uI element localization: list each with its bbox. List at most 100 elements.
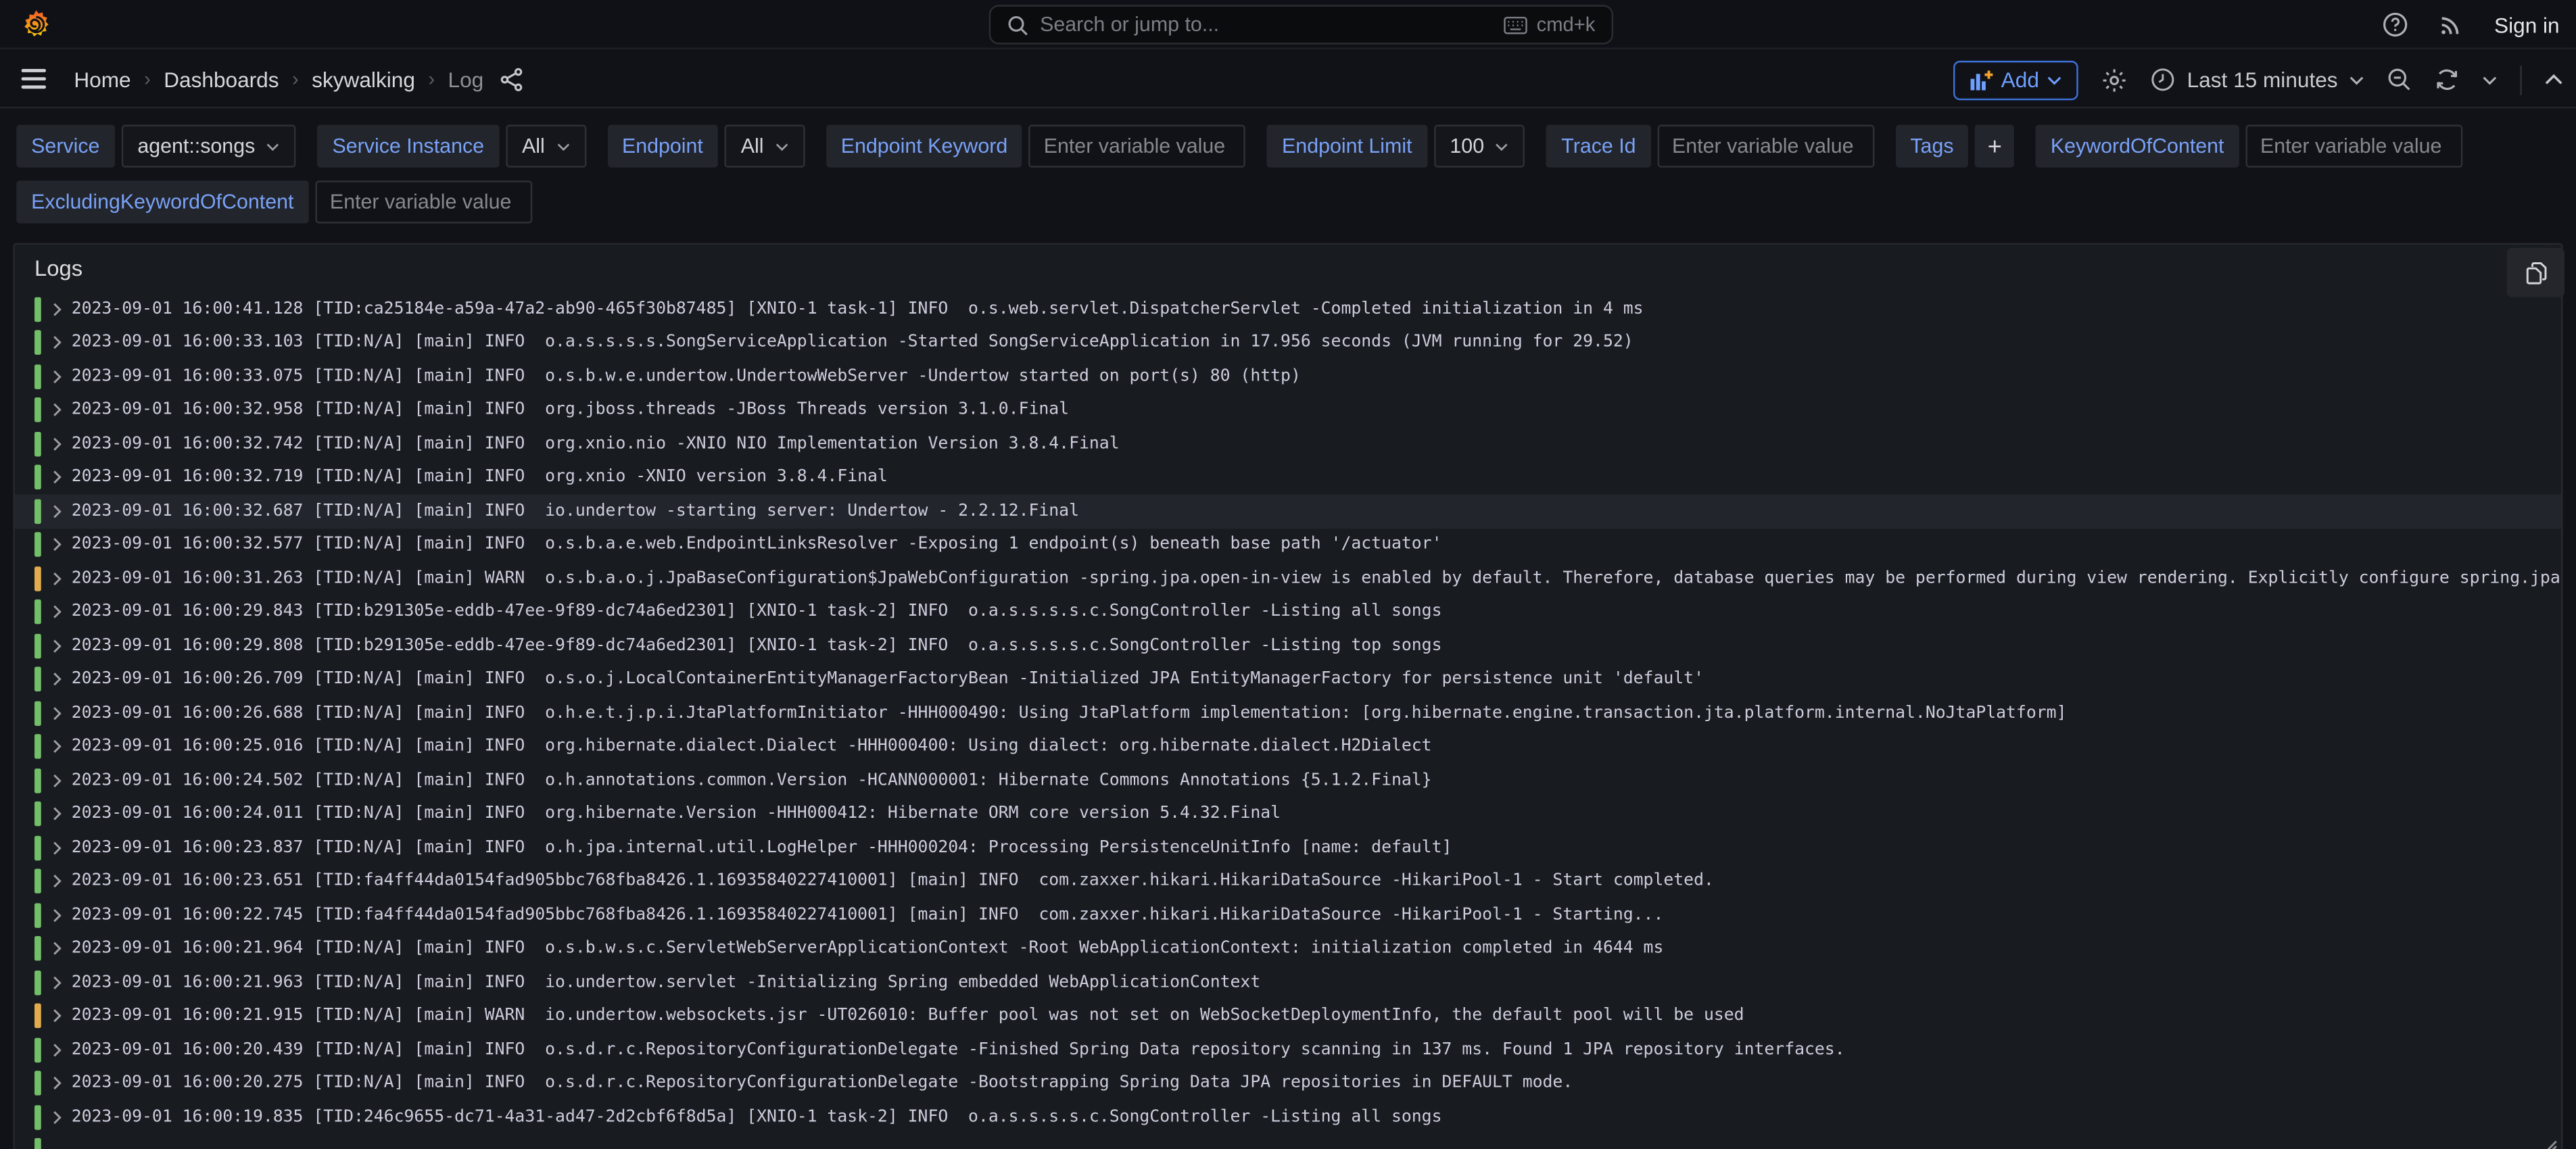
log-expand-chevron-icon[interactable] [52,1042,62,1057]
variable-value: All [741,135,764,157]
log-row[interactable]: 2023-09-01 16:00:32.577 [TID:N/A] [main]… [15,528,2561,562]
log-text: 2023-09-01 16:00:22.745 [TID:fa4ff44da01… [72,906,2561,925]
log-row[interactable]: 2023-09-01 16:00:26.688 [TID:N/A] [main]… [15,696,2561,730]
gear-icon[interactable] [2101,66,2128,93]
variable-select[interactable]: All [506,125,586,168]
log-row[interactable]: 2023-09-01 16:00:33.075 [TID:N/A] [main]… [15,360,2561,393]
log-row[interactable]: 2023-09-01 16:00:22.745 [TID:fa4ff44da01… [15,898,2561,932]
variable-group: Service Instance All [318,125,586,168]
log-row[interactable]: 2023-09-01 16:00:24.011 [TID:N/A] [main]… [15,798,2561,831]
log-row[interactable]: 2023-09-01 16:00:20.275 [TID:N/A] [main]… [15,1067,2561,1100]
log-row[interactable]: 2023-09-01 16:00:33.103 [TID:N/A] [main]… [15,326,2561,360]
log-row[interactable]: 2023-09-01 16:00:31.263 [TID:N/A] [main]… [15,562,2561,595]
log-level-bar [34,297,41,321]
log-expand-chevron-icon[interactable] [52,908,62,923]
variable-select[interactable]: agent::songs [121,125,296,168]
log-expand-chevron-icon[interactable] [52,807,62,822]
log-text: 2023-09-01 16:00:19.835 [TID:246c9655-dc… [72,1108,2561,1127]
log-row[interactable] [15,1134,2561,1149]
grafana-app: Search or jump to... cmd+k Sign in [0,0,2576,1149]
log-expand-chevron-icon[interactable] [52,639,62,654]
log-level-bar [34,903,41,927]
log-expand-chevron-icon[interactable] [52,1009,62,1024]
log-expand-chevron-icon[interactable] [52,437,62,451]
refresh-icon[interactable] [2435,68,2459,92]
add-button[interactable]: Add [1953,60,2078,99]
variable-group: KeywordOfContent [2036,125,2462,168]
log-row[interactable]: 2023-09-01 16:00:23.837 [TID:N/A] [main]… [15,831,2561,864]
breadcrumb-item-home[interactable]: Home [74,66,130,91]
breadcrumb-item-dashboards[interactable]: Dashboards [164,66,279,91]
log-expand-chevron-icon[interactable] [52,403,62,418]
clock-icon [2151,68,2175,92]
log-row[interactable]: 2023-09-01 16:00:41.128 [TID:ca25184e-a5… [15,293,2561,326]
log-expand-chevron-icon[interactable] [52,301,62,316]
variable-input[interactable] [2245,125,2462,168]
variable-input[interactable] [1657,125,1874,168]
log-row[interactable]: 2023-09-01 16:00:32.719 [TID:N/A] [main]… [15,461,2561,495]
variable-value: agent::songs [137,135,255,157]
log-expand-chevron-icon[interactable] [52,840,62,855]
log-expand-chevron-icon[interactable] [52,874,62,889]
variable-input[interactable] [1029,125,1246,168]
log-row[interactable]: 2023-09-01 16:00:21.963 [TID:N/A] [main]… [15,966,2561,1000]
chevron-up-icon[interactable] [2545,74,2563,85]
log-expand-chevron-icon[interactable] [52,470,62,485]
log-row[interactable]: 2023-09-01 16:00:29.843 [TID:b291305e-ed… [15,595,2561,629]
breadcrumb-item-log[interactable]: Log [448,66,484,91]
search-input[interactable]: Search or jump to... cmd+k [989,5,1613,44]
log-expand-chevron-icon[interactable] [52,1076,62,1091]
sign-in-button[interactable]: Sign in [2494,12,2560,36]
log-level-bar [34,1105,41,1129]
variable-label-endpoint-keyword: Endpoint Keyword [826,125,1022,168]
variable-select[interactable]: 100 [1433,125,1525,168]
log-expand-chevron-icon[interactable] [52,706,62,720]
log-expand-chevron-icon[interactable] [52,335,62,350]
log-row[interactable]: 2023-09-01 16:00:23.651 [TID:fa4ff44da01… [15,864,2561,898]
log-expand-chevron-icon[interactable] [52,773,62,788]
log-row[interactable]: 2023-09-01 16:00:19.835 [TID:246c9655-dc… [15,1100,2561,1134]
time-range-picker[interactable]: Last 15 minutes [2151,68,2364,92]
add-tag-button[interactable]: + [1975,125,2014,168]
log-row[interactable]: 2023-09-01 16:00:32.742 [TID:N/A] [main]… [15,427,2561,461]
log-expand-chevron-icon[interactable] [52,537,62,552]
log-expand-chevron-icon[interactable] [52,369,62,384]
breadcrumb-item-skywalking[interactable]: skywalking [312,66,415,91]
log-expand-chevron-icon[interactable] [52,1110,62,1125]
log-expand-chevron-icon[interactable] [52,942,62,956]
log-row[interactable]: 2023-09-01 16:00:21.964 [TID:N/A] [main]… [15,932,2561,966]
panel-title[interactable]: Logs [34,256,82,280]
variable-group: ExcludingKeywordOfContent [16,180,532,223]
variable-select[interactable]: All [724,125,805,168]
log-row[interactable]: 2023-09-01 16:00:32.687 [TID:N/A] [main]… [15,494,2561,528]
log-row[interactable]: 2023-09-01 16:00:21.915 [TID:N/A] [main]… [15,1000,2561,1033]
grafana-logo[interactable] [20,8,53,41]
copy-log-button[interactable] [2507,248,2565,297]
rss-icon[interactable] [2438,11,2464,38]
log-row[interactable]: 2023-09-01 16:00:25.016 [TID:N/A] [main]… [15,730,2561,764]
resize-handle-icon[interactable] [2545,1138,2558,1149]
log-text: 2023-09-01 16:00:32.742 [TID:N/A] [main]… [72,435,2561,453]
menu-icon[interactable] [22,69,46,89]
log-row[interactable]: 2023-09-01 16:00:26.709 [TID:N/A] [main]… [15,662,2561,696]
log-expand-chevron-icon[interactable] [52,672,62,687]
log-text: 2023-09-01 16:00:20.439 [TID:N/A] [main]… [72,1041,2561,1059]
log-expand-chevron-icon[interactable] [52,571,62,586]
log-expand-chevron-icon[interactable] [52,975,62,990]
zoom-out-icon[interactable] [2387,68,2411,92]
log-row[interactable]: 2023-09-01 16:00:32.958 [TID:N/A] [main]… [15,393,2561,427]
log-row[interactable]: 2023-09-01 16:00:29.808 [TID:b291305e-ed… [15,629,2561,663]
log-expand-chevron-icon[interactable] [52,504,62,518]
log-text: 2023-09-01 16:00:29.808 [TID:b291305e-ed… [72,637,2561,655]
log-level-bar [34,566,41,591]
log-level-bar [34,364,41,389]
log-level-bar [34,398,41,422]
log-expand-chevron-icon[interactable] [52,739,62,754]
log-row[interactable]: 2023-09-01 16:00:20.439 [TID:N/A] [main]… [15,1033,2561,1067]
help-icon[interactable] [2383,11,2409,38]
log-row[interactable]: 2023-09-01 16:00:24.502 [TID:N/A] [main]… [15,764,2561,798]
share-icon[interactable] [500,66,525,91]
variable-input[interactable] [315,180,532,223]
log-expand-chevron-icon[interactable] [52,605,62,620]
refresh-interval-chevron-icon[interactable] [2482,75,2497,85]
